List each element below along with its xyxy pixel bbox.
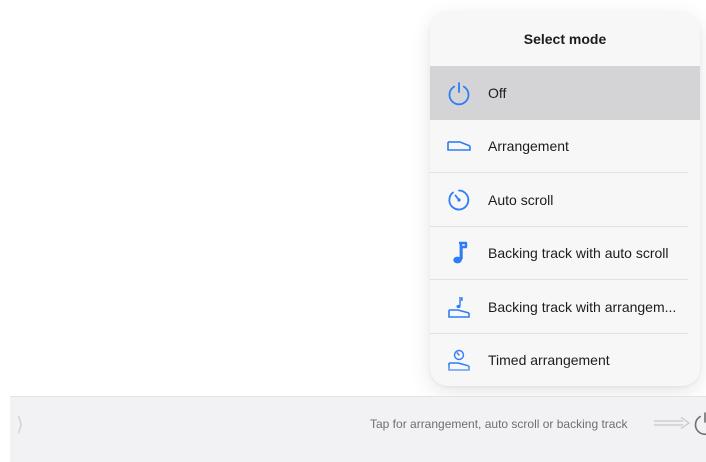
menu-item-auto-scroll[interactable]: Auto scroll	[430, 173, 700, 227]
right-arrow-icon	[654, 417, 691, 429]
mode-hint-text: Tap for arrangement, auto scroll or back…	[370, 417, 628, 431]
menu-item-label: Off	[488, 84, 507, 101]
bottom-toolbar: ⟩ Tap for arrangement, auto scroll or ba…	[10, 396, 706, 462]
screen: Select mode Off Arrangement Auto scroll …	[0, 0, 706, 462]
menu-item-arrangement[interactable]: Arrangement	[430, 120, 700, 174]
menu-item-label: Backing track with arrangem...	[488, 298, 677, 315]
backing-track-arrangement-icon	[430, 280, 488, 334]
arrangement-icon	[430, 120, 488, 174]
power-icon	[430, 66, 488, 120]
menu-item-off[interactable]: Off	[430, 66, 700, 120]
menu-item-backing-track-arrangement[interactable]: Backing track with arrangem...	[430, 280, 700, 334]
music-note-icon	[430, 227, 488, 281]
mode-menu: Off Arrangement Auto scroll Backing trac…	[430, 66, 700, 386]
menu-item-label: Arrangement	[488, 138, 569, 155]
popover-title: Select mode	[523, 31, 607, 47]
select-mode-popover: Select mode Off Arrangement Auto scroll …	[430, 12, 700, 386]
auto-scroll-icon	[430, 173, 488, 227]
menu-item-label: Backing track with auto scroll	[488, 245, 669, 262]
power-button[interactable]	[692, 410, 706, 436]
menu-item-backing-track-auto-scroll[interactable]: Backing track with auto scroll	[430, 227, 700, 281]
popover-fade	[430, 364, 700, 386]
chevron-left-icon[interactable]: ⟩	[16, 415, 24, 435]
menu-item-label: Auto scroll	[488, 191, 554, 208]
